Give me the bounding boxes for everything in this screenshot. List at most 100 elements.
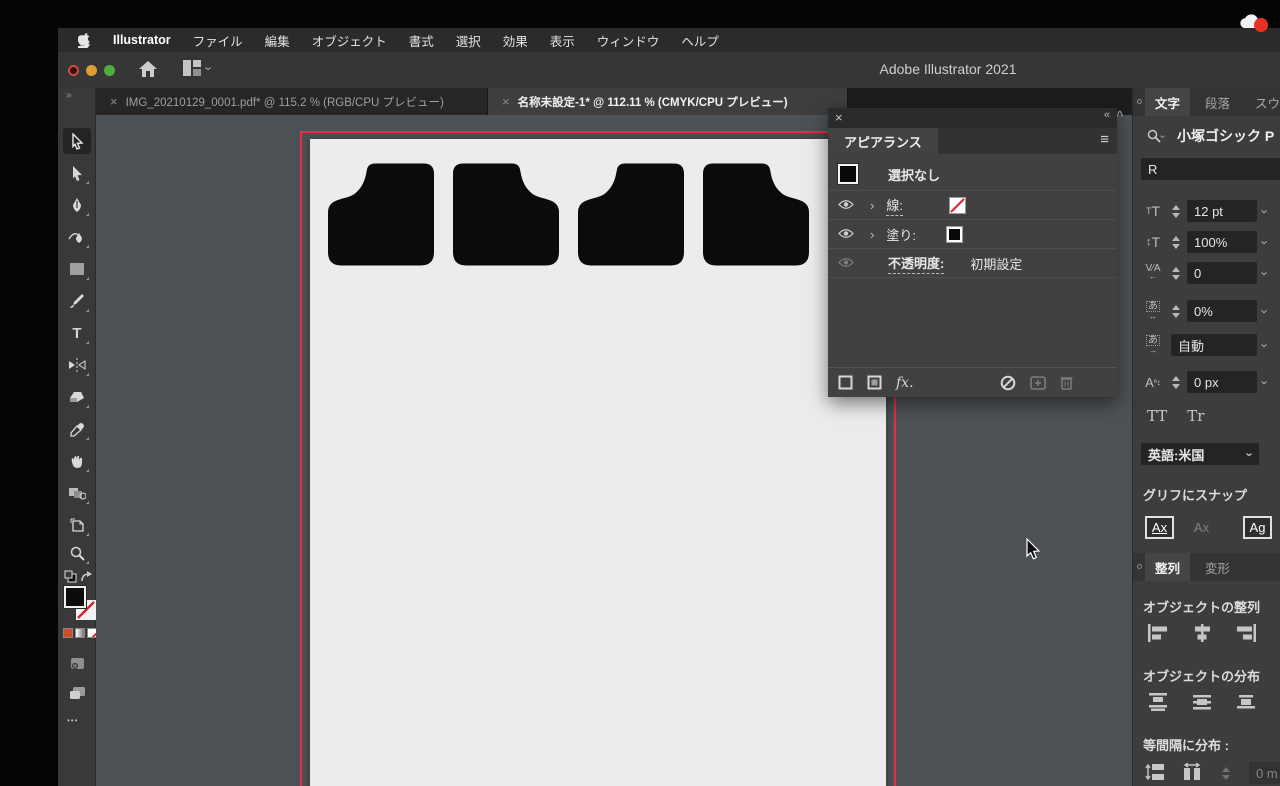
- appearance-row-opacity[interactable]: 不透明度: 初期設定: [828, 249, 1117, 278]
- menu-app-name[interactable]: Illustrator: [113, 33, 171, 47]
- stroke-swatch-none[interactable]: [948, 196, 966, 214]
- minimize-window-button[interactable]: [86, 65, 97, 76]
- menu-help[interactable]: ヘルプ: [681, 31, 719, 50]
- artboard[interactable]: [310, 139, 886, 786]
- creative-cloud-icon[interactable]: [1236, 12, 1270, 39]
- curvature-tool[interactable]: [63, 224, 91, 250]
- tsume-field[interactable]: 0%: [1187, 300, 1257, 322]
- align-left-button[interactable]: [1147, 624, 1169, 645]
- small-caps-button[interactable]: Tr: [1187, 407, 1204, 425]
- menu-type[interactable]: 書式: [409, 31, 434, 50]
- horizontal-spacing-button[interactable]: [1183, 761, 1203, 784]
- vertical-scale-stepper[interactable]: [1171, 235, 1181, 249]
- vertical-spacing-button[interactable]: [1145, 763, 1165, 784]
- close-window-button[interactable]: [68, 65, 79, 76]
- spacing-stepper[interactable]: [1221, 766, 1231, 780]
- artboard-tool[interactable]: [63, 512, 91, 538]
- eyedropper-tool[interactable]: [63, 416, 91, 442]
- tab-character[interactable]: 文字: [1145, 88, 1191, 116]
- kerning-stepper[interactable]: [1171, 266, 1181, 280]
- tab-transform[interactable]: 変形: [1195, 553, 1240, 581]
- mat-shape-1[interactable]: [328, 163, 434, 266]
- font-style-field[interactable]: R: [1141, 158, 1280, 180]
- menu-file[interactable]: ファイル: [193, 31, 243, 50]
- tsume-stepper[interactable]: [1171, 304, 1181, 318]
- document-tab-1[interactable]: × IMG_20210129_0001.pdf* @ 115.2 % (RGB/…: [96, 88, 488, 115]
- screen-mode-button[interactable]: [63, 680, 91, 706]
- menu-view[interactable]: 表示: [550, 31, 575, 50]
- eraser-tool[interactable]: [63, 384, 91, 410]
- mat-shape-2[interactable]: [453, 163, 559, 266]
- visibility-eye-icon[interactable]: [838, 198, 854, 213]
- distribute-vcenter-button[interactable]: [1191, 693, 1213, 714]
- close-panel-icon[interactable]: ×: [835, 110, 843, 126]
- baseline-shift-stepper[interactable]: [1171, 375, 1181, 389]
- chevron-down-icon[interactable]: ›: [1258, 209, 1273, 213]
- delete-item-icon[interactable]: [1060, 375, 1073, 390]
- home-icon[interactable]: [138, 59, 158, 84]
- chevron-down-icon[interactable]: ›: [1258, 309, 1273, 313]
- expand-row-icon[interactable]: ›: [870, 227, 874, 242]
- menu-window[interactable]: ウィンドウ: [597, 31, 660, 50]
- hand-tool[interactable]: [63, 448, 91, 474]
- appearance-row-stroke[interactable]: › 線:: [828, 191, 1117, 220]
- paintbrush-tool[interactable]: [63, 288, 91, 314]
- appearance-row-selection[interactable]: 選択なし: [828, 158, 1117, 191]
- gradient-button[interactable]: [75, 628, 85, 638]
- snap-glyph-bounds-button[interactable]: Ag: [1243, 516, 1272, 539]
- pen-tool[interactable]: [63, 192, 91, 218]
- zoom-window-button[interactable]: [104, 65, 115, 76]
- distribute-top-button[interactable]: [1147, 693, 1169, 714]
- close-tab-icon[interactable]: ×: [110, 94, 118, 109]
- chevron-down-icon[interactable]: ›: [1258, 343, 1273, 347]
- apple-menu-icon[interactable]: [78, 32, 91, 48]
- expand-row-icon[interactable]: ›: [870, 198, 874, 213]
- tab-paragraph[interactable]: 段落: [1195, 88, 1240, 116]
- appearance-tab[interactable]: アピアランス: [828, 128, 938, 154]
- edit-toolbar-icon[interactable]: •••: [67, 716, 78, 725]
- snap-angle-button[interactable]: Ax: [1187, 516, 1216, 539]
- font-size-field[interactable]: 12 pt: [1187, 200, 1257, 222]
- align-center-button[interactable]: [1191, 624, 1213, 645]
- reflect-tool[interactable]: [63, 352, 91, 378]
- opacity-link[interactable]: 不透明度:: [888, 253, 945, 274]
- chevron-down-icon[interactable]: ›: [1258, 271, 1273, 275]
- chevron-down-icon[interactable]: ›: [1258, 240, 1273, 244]
- color-button[interactable]: [63, 628, 73, 638]
- fill-swatch-black[interactable]: [945, 225, 963, 243]
- drawing-mode-button[interactable]: [63, 650, 91, 676]
- chevron-down-icon[interactable]: ›: [1258, 380, 1273, 384]
- tab-swatches[interactable]: スウォッチ: [1245, 88, 1280, 116]
- tab-align[interactable]: 整列: [1145, 553, 1191, 581]
- all-caps-button[interactable]: TT: [1147, 407, 1167, 425]
- language-field[interactable]: 英語:米国 ›: [1141, 443, 1259, 465]
- vertical-scale-field[interactable]: 100%: [1187, 231, 1257, 253]
- visibility-eye-icon[interactable]: [838, 227, 854, 242]
- kerning-field[interactable]: 0: [1187, 262, 1257, 284]
- panel-expand-chevron-icon[interactable]: ^: [1116, 108, 1124, 123]
- collapse-panel-icon[interactable]: «: [1104, 109, 1110, 121]
- menu-edit[interactable]: 編集: [265, 31, 290, 50]
- add-stroke-icon[interactable]: [838, 375, 853, 390]
- appearance-row-fill[interactable]: › 塗り:: [828, 220, 1117, 249]
- arrange-documents-icon[interactable]: ›: [182, 59, 217, 77]
- aki-field[interactable]: 自動: [1171, 334, 1257, 356]
- baseline-shift-field[interactable]: 0 px: [1187, 371, 1257, 393]
- panel-menu-icon[interactable]: ≡: [1100, 131, 1109, 148]
- mat-shape-3[interactable]: [578, 163, 684, 266]
- document-tab-2[interactable]: × 名称未設定-1* @ 112.11 % (CMYK/CPU プレビュー): [488, 88, 848, 115]
- type-tool[interactable]: T: [63, 320, 91, 346]
- zoom-tool[interactable]: [63, 540, 91, 566]
- spacing-value-field[interactable]: 0 m: [1249, 762, 1280, 784]
- add-effect-icon[interactable]: fx.: [896, 375, 914, 391]
- snap-baseline-button[interactable]: Ax: [1145, 516, 1174, 539]
- selection-tool[interactable]: [63, 128, 91, 154]
- clear-appearance-icon[interactable]: [1000, 375, 1016, 391]
- close-tab-icon[interactable]: ×: [502, 94, 510, 109]
- stroke-link[interactable]: 線:: [886, 195, 903, 216]
- menu-select[interactable]: 選択: [456, 31, 481, 50]
- menu-effect[interactable]: 効果: [503, 31, 528, 50]
- fill-color-proxy[interactable]: [64, 586, 86, 608]
- expand-tools-icon[interactable]: »: [66, 90, 71, 101]
- add-fill-icon[interactable]: [867, 375, 882, 390]
